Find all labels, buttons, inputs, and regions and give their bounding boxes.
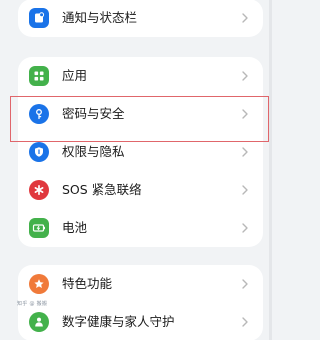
settings-item-password-security[interactable]: 密码与安全 [18,95,263,133]
chevron-right-icon [242,109,248,119]
settings-item-label: 通知与状态栏 [62,10,138,25]
settings-item-features[interactable]: 特色功能 [18,265,263,303]
settings-item-label: 密码与安全 [62,106,125,121]
notification-icon [29,8,49,28]
chevron-right-icon [242,223,248,233]
chevron-right-icon [242,317,248,327]
chevron-right-icon [242,185,248,195]
apps-grid-icon [29,66,49,86]
settings-item-battery[interactable]: 电池 [18,209,263,247]
chevron-right-icon [242,279,248,289]
settings-item-permissions-privacy[interactable]: 权限与隐私 [18,133,263,171]
sos-asterisk-icon [29,180,49,200]
settings-group-notifications: 通知与状态栏 [18,0,263,37]
settings-item-label: 特色功能 [62,276,113,291]
battery-icon [29,218,49,238]
chevron-right-icon [242,147,248,157]
shield-icon [29,142,49,162]
settings-item-label: 应用 [62,68,88,83]
scroll-edge [269,0,272,340]
chevron-right-icon [242,13,248,23]
person-heart-icon [29,312,49,332]
settings-item-sos[interactable]: SOS 紧急联络 [18,171,263,209]
chevron-right-icon [242,71,248,81]
settings-item-notifications[interactable]: 通知与状态栏 [18,0,263,37]
watermark: 知乎 @ 搬搬 [17,301,48,307]
settings-item-label: 数字健康与家人守护 [62,314,175,329]
settings-item-label: SOS 紧急联络 [62,182,142,197]
settings-group-main: 应用 密码与安全 权限与隐私 SOS 紧急联络 电池 [18,57,263,247]
key-icon [29,104,49,124]
star-icon [29,274,49,294]
settings-item-label: 权限与隐私 [62,144,125,159]
settings-item-label: 电池 [62,220,88,235]
settings-item-digital-wellbeing[interactable]: 数字健康与家人守护 [18,303,263,340]
settings-group-features: 特色功能 数字健康与家人守护 [18,265,263,340]
settings-item-apps[interactable]: 应用 [18,57,263,95]
